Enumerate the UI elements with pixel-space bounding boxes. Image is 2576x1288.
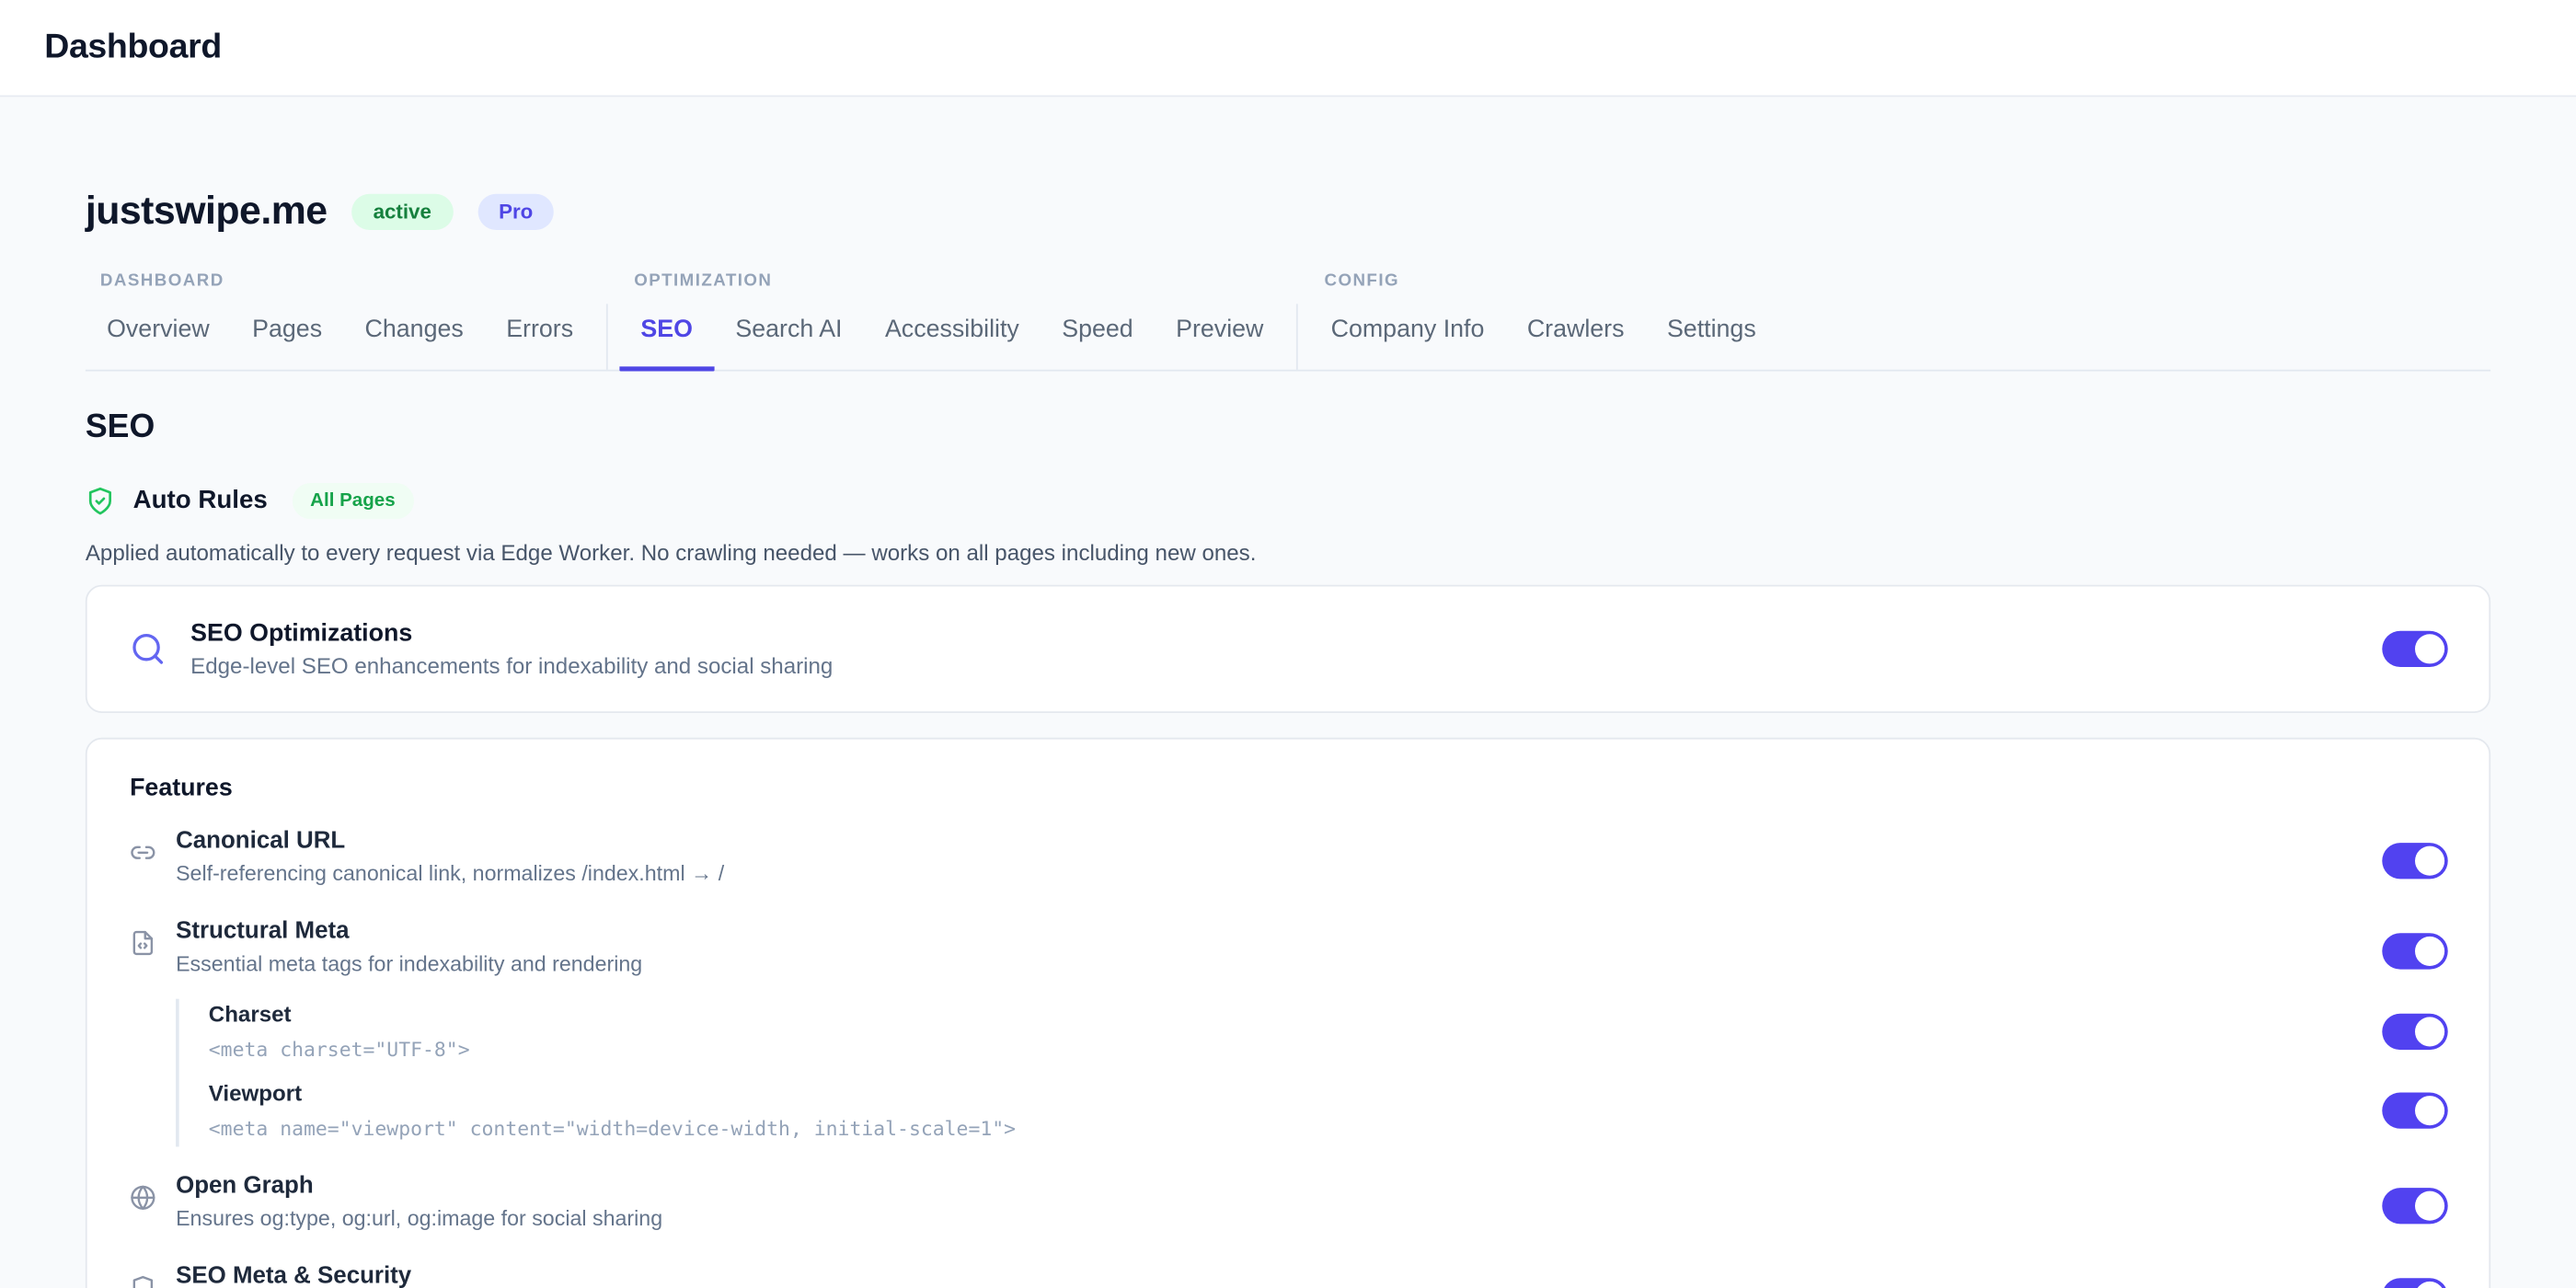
- feature-body: SEO Meta & Security: [176, 1263, 2349, 1288]
- feature-title: Structural Meta: [176, 918, 2349, 945]
- tab-preview[interactable]: Preview: [1155, 305, 1285, 371]
- plan-badge: Pro: [477, 194, 555, 230]
- shield-icon: [130, 1275, 156, 1288]
- feature-toggle-wrap: [2382, 828, 2447, 892]
- main-content: justswipe.me active Pro DASHBOARD Overvie…: [0, 97, 2576, 1288]
- seo-meta-security-toggle[interactable]: [2382, 1277, 2447, 1288]
- feature-toggle-wrap: [2382, 918, 2447, 983]
- toggle-knob: [2415, 1190, 2444, 1220]
- all-pages-badge: All Pages: [293, 483, 414, 519]
- sub-feature-body: Charset <meta charset="UTF-8">: [209, 1002, 2383, 1061]
- nav-tabs: Company InfoCrawlersSettings: [1309, 305, 1777, 370]
- nav-tabs: SEOSearch AIAccessibilitySpeedPreview: [619, 305, 1284, 370]
- nav-group-label: DASHBOARD: [86, 271, 594, 291]
- nav-group-config: CONFIG Company InfoCrawlersSettings: [1309, 271, 1777, 370]
- seo-optimizations-card: SEO Optimizations Edge-level SEO enhance…: [86, 585, 2490, 713]
- sub-feature-title: Charset: [209, 1002, 2383, 1027]
- sub-feature-title: Viewport: [209, 1081, 2383, 1106]
- master-toggle-title: SEO Optimizations: [190, 619, 833, 647]
- sub-feature-body: Viewport <meta name="viewport" content="w…: [209, 1081, 2383, 1140]
- auto-rules-header: Auto Rules All Pages: [86, 483, 2490, 519]
- toggle-knob: [2415, 1281, 2444, 1288]
- feature-toggle-wrap: [2382, 1173, 2447, 1237]
- features-card: Features Canonical URL Self-referencing c…: [86, 738, 2490, 1288]
- sub-feature-code: <meta name="viewport" content="width=dev…: [209, 1117, 2383, 1140]
- tab-overview[interactable]: Overview: [86, 305, 231, 371]
- feature-title: Canonical URL: [176, 828, 2349, 855]
- sub-feature-block: Charset <meta charset="UTF-8"> Viewport <me…: [176, 999, 2448, 1147]
- master-toggle-description: Edge-level SEO enhancements for indexabi…: [190, 654, 833, 679]
- charset-toggle[interactable]: [2382, 1014, 2447, 1050]
- nav-group-optimization: OPTIMIZATION SEOSearch AIAccessibilitySpe…: [619, 271, 1284, 370]
- feature-row-seo-meta-security: SEO Meta & Security: [130, 1263, 2448, 1288]
- sub-feature-code: <meta charset="UTF-8">: [209, 1039, 2383, 1062]
- tab-navigation: DASHBOARD OverviewPagesChangesErrors OPTIM…: [86, 271, 2490, 372]
- feature-body: Structural Meta Essential meta tags for i…: [176, 918, 2349, 975]
- search-icon: [130, 631, 166, 667]
- tab-search-ai[interactable]: Search AI: [714, 305, 864, 371]
- feature-description: Ensures og:type, og:url, og:image for so…: [176, 1206, 2349, 1231]
- nav-group-divider: [606, 304, 608, 369]
- feature-row-open-graph: Open Graph Ensures og:type, og:url, og:im…: [130, 1173, 2448, 1237]
- file-code-icon: [130, 930, 156, 957]
- feature-body: Open Graph Ensures og:type, og:url, og:im…: [176, 1173, 2349, 1231]
- feature-description: Essential meta tags for indexability and…: [176, 951, 2349, 976]
- link-icon: [130, 840, 156, 867]
- nav-group-label: OPTIMIZATION: [619, 271, 1284, 291]
- nav-tabs: OverviewPagesChangesErrors: [86, 305, 594, 370]
- auto-rules-title: Auto Rules: [133, 487, 268, 516]
- feature-row-structural-meta: Structural Meta Essential meta tags for i…: [130, 918, 2448, 983]
- tab-errors[interactable]: Errors: [485, 305, 594, 371]
- tab-accessibility[interactable]: Accessibility: [864, 305, 1041, 371]
- app-header: Dashboard: [0, 0, 2576, 97]
- feature-toggle-wrap: [2382, 1263, 2447, 1288]
- open-graph-toggle[interactable]: [2382, 1187, 2447, 1223]
- tab-company-info[interactable]: Company Info: [1309, 305, 1505, 371]
- tab-speed[interactable]: Speed: [1041, 305, 1155, 371]
- viewport-toggle[interactable]: [2382, 1093, 2447, 1129]
- tab-seo[interactable]: SEO: [619, 305, 714, 371]
- site-header: justswipe.me active Pro: [86, 97, 2490, 235]
- toggle-knob: [2415, 845, 2444, 875]
- toggle-knob: [2415, 1096, 2444, 1125]
- page-title: Dashboard: [44, 28, 222, 67]
- features-heading: Features: [130, 774, 2448, 801]
- shield-check-icon: [86, 487, 115, 516]
- site-name: justswipe.me: [86, 189, 328, 235]
- nav-group-divider: [1296, 304, 1298, 369]
- feature-row-canonical-url: Canonical URL Self-referencing canonical …: [130, 828, 2448, 892]
- tab-settings[interactable]: Settings: [1646, 305, 1777, 371]
- structural-meta-toggle[interactable]: [2382, 932, 2447, 968]
- feature-body: Canonical URL Self-referencing canonical …: [176, 828, 2349, 886]
- toggle-knob: [2415, 936, 2444, 965]
- toggle-knob: [2415, 1017, 2444, 1046]
- globe-icon: [130, 1185, 156, 1212]
- feature-title: SEO Meta & Security: [176, 1263, 2349, 1288]
- tab-pages[interactable]: Pages: [231, 305, 343, 371]
- master-toggle-text: SEO Optimizations Edge-level SEO enhance…: [190, 619, 833, 678]
- feature-description: Self-referencing canonical link, normali…: [176, 861, 2349, 886]
- sub-feature-row-charset: Charset <meta charset="UTF-8">: [209, 1002, 2448, 1061]
- canonical-url-toggle[interactable]: [2382, 842, 2447, 878]
- feature-list: Canonical URL Self-referencing canonical …: [130, 828, 2448, 1288]
- nav-group-dashboard: DASHBOARD OverviewPagesChangesErrors: [86, 271, 594, 370]
- status-badge: active: [351, 194, 453, 230]
- sub-feature-row-viewport: Viewport <meta name="viewport" content="w…: [209, 1081, 2448, 1140]
- sub-feature-wrap: Charset <meta charset="UTF-8"> Viewport <me…: [130, 983, 2448, 1147]
- nav-group-label: CONFIG: [1309, 271, 1777, 291]
- feature-title: Open Graph: [176, 1173, 2349, 1200]
- tab-changes[interactable]: Changes: [343, 305, 485, 371]
- seo-dashboard-page: Dashboard justswipe.me active Pro DASHBO…: [0, 0, 2576, 1288]
- auto-rules-description: Applied automatically to every request v…: [86, 541, 2490, 566]
- toggle-knob: [2415, 634, 2444, 663]
- seo-optimizations-toggle[interactable]: [2382, 631, 2447, 667]
- section-title: SEO: [86, 409, 2490, 447]
- tab-crawlers[interactable]: Crawlers: [1506, 305, 1646, 371]
